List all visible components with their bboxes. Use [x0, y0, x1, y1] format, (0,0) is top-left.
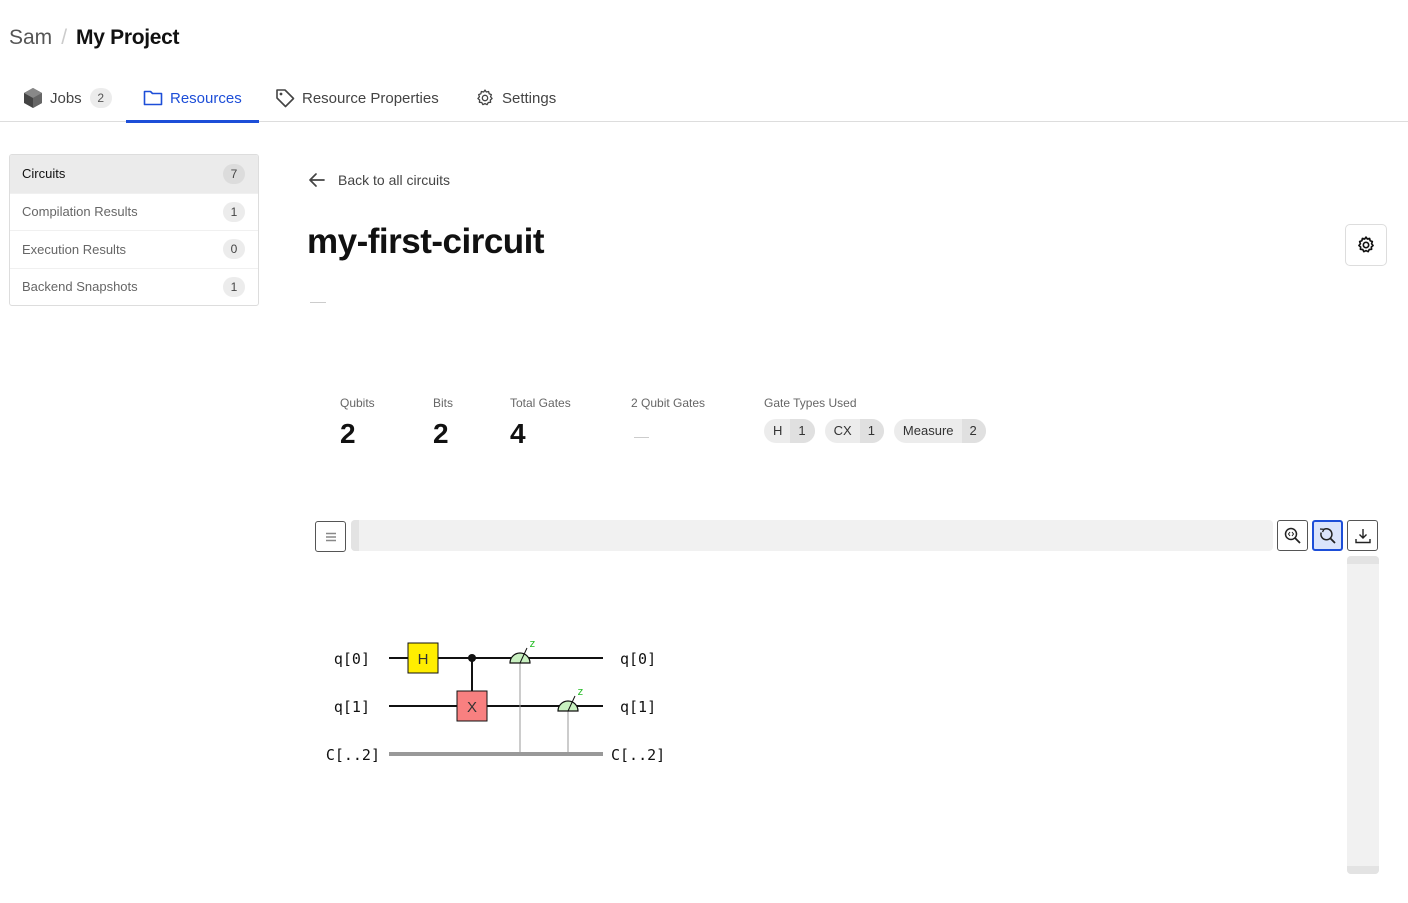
scrollbar-cap-top: [1347, 556, 1379, 564]
breadcrumb-user[interactable]: Sam: [9, 26, 52, 50]
sidebar-item-backend-snapshots[interactable]: Backend Snapshots 1: [10, 267, 258, 306]
download-icon: [1354, 528, 1371, 543]
breadcrumb-project: My Project: [76, 26, 180, 49]
zoom-reset-button[interactable]: [1312, 520, 1343, 551]
sidebar-item-label: Backend Snapshots: [22, 279, 138, 295]
gate-type-chip: H 1: [764, 419, 815, 443]
stat-label: Total Gates: [510, 396, 571, 410]
sidebar-item-count: 1: [223, 276, 245, 297]
back-label: Back to all circuits: [338, 172, 451, 188]
zoom-reset-icon: [1319, 527, 1336, 544]
gate-type-name: CX: [833, 423, 852, 438]
measure-gate-0[interactable]: [509, 652, 531, 664]
gate-type-count: 2: [961, 419, 986, 443]
sidebar-item-execution-results[interactable]: Execution Results 0: [10, 230, 258, 268]
sidebar-item-label: Circuits: [22, 166, 66, 182]
folder-icon: [142, 87, 164, 109]
stat-gate-types: Gate Types Used H 1 CX 1 Measure 2: [764, 396, 986, 443]
gate-type-chip: Measure 2: [893, 419, 986, 443]
sidebar-item-circuits[interactable]: Circuits 7: [10, 155, 258, 193]
stat-empty-value: [634, 437, 649, 438]
stat-value: 4: [510, 418, 526, 449]
viewer-menu-button[interactable]: [315, 521, 346, 552]
description-placeholder: [310, 302, 326, 303]
wire-label-left: q[1]: [334, 698, 370, 716]
tab-jobs-badge: 2: [89, 88, 112, 108]
gate-type-chip: CX 1: [824, 419, 884, 443]
wire-label-left: q[0]: [334, 650, 370, 668]
menu-icon: [325, 532, 336, 541]
wire-label-right: C[..2]: [611, 746, 665, 764]
tab-jobs-label: Jobs: [50, 89, 82, 107]
tab-resources-label: Resources: [170, 89, 242, 107]
stat-value: 2: [433, 418, 449, 449]
stat-label: 2 Qubit Gates: [631, 396, 706, 410]
stat-bits: Bits 2: [433, 396, 453, 450]
measure-basis-label: z: [577, 685, 584, 698]
vertical-scrollbar[interactable]: [1347, 556, 1379, 874]
stat-label: Gate Types Used: [764, 396, 857, 410]
scrollbar-thumb[interactable]: [351, 520, 359, 551]
tab-bar: Jobs 2 Resources Resource Properties Set…: [0, 74, 1408, 123]
resource-sidebar: Circuits 7 Compilation Results 1 Executi…: [9, 154, 259, 306]
zoom-fit-icon: [1284, 527, 1301, 544]
back-to-circuits-link[interactable]: Back to all circuits: [308, 172, 450, 188]
sidebar-item-compilation-results[interactable]: Compilation Results 1: [10, 192, 258, 231]
horizontal-scrollbar[interactable]: [351, 520, 1273, 551]
wire-label-right: q[0]: [620, 650, 656, 668]
breadcrumb: Sam / My Project: [9, 26, 180, 50]
sidebar-item-label: Execution Results: [22, 241, 127, 257]
h-gate-label: H: [418, 651, 429, 668]
tab-settings[interactable]: Settings: [474, 74, 556, 122]
cx-gate-label: X: [467, 699, 477, 716]
sidebar-item-count: 7: [223, 163, 245, 184]
cx-control-dot: [468, 654, 476, 662]
circuit-svg: q[0] q[1] C[..2] q[0] q[1] C[..2] H X z …: [326, 637, 665, 764]
sidebar-item-count: 0: [223, 239, 245, 260]
tab-resource-properties[interactable]: Resource Properties: [274, 74, 439, 122]
measure-basis-label: z: [529, 637, 536, 650]
tab-resources[interactable]: Resources: [126, 74, 259, 123]
circuit-settings-button[interactable]: [1345, 224, 1387, 266]
gate-type-name: Measure: [902, 423, 954, 438]
tab-settings-label: Settings: [502, 89, 557, 107]
tab-resource-properties-label: Resource Properties: [302, 89, 439, 107]
wire-label-left: C[..2]: [326, 746, 380, 764]
zoom-fit-button[interactable]: [1277, 520, 1308, 551]
stat-label: Qubits: [340, 396, 375, 410]
gear-icon: [474, 87, 496, 109]
circuit-diagram: q[0] q[1] C[..2] q[0] q[1] C[..2] H X z …: [318, 630, 678, 785]
arrow-left-icon: [309, 173, 325, 187]
stat-total-gates: Total Gates 4: [510, 396, 571, 450]
breadcrumb-separator: /: [61, 26, 68, 49]
sidebar-item-label: Compilation Results: [22, 204, 138, 220]
circuit-title: my-first-circuit: [307, 222, 545, 261]
tab-jobs[interactable]: Jobs 2: [22, 74, 112, 122]
gate-type-name: H: [773, 423, 783, 438]
gate-type-count: 1: [790, 419, 815, 443]
stat-label: Bits: [433, 396, 454, 410]
wire-label-right: q[1]: [620, 698, 656, 716]
stat-value: 2: [340, 418, 356, 449]
stat-qubits: Qubits 2: [340, 396, 375, 450]
cube-icon: [22, 87, 44, 109]
gear-icon: [1358, 236, 1374, 253]
gate-type-count: 1: [859, 419, 884, 443]
tag-icon: [274, 87, 296, 109]
stat-two-qubit-gates: 2 Qubit Gates: [631, 396, 705, 438]
measure-gate-1[interactable]: [557, 700, 579, 712]
sidebar-item-count: 1: [223, 201, 245, 222]
scrollbar-cap-bottom: [1347, 866, 1379, 874]
download-button[interactable]: [1347, 520, 1378, 551]
